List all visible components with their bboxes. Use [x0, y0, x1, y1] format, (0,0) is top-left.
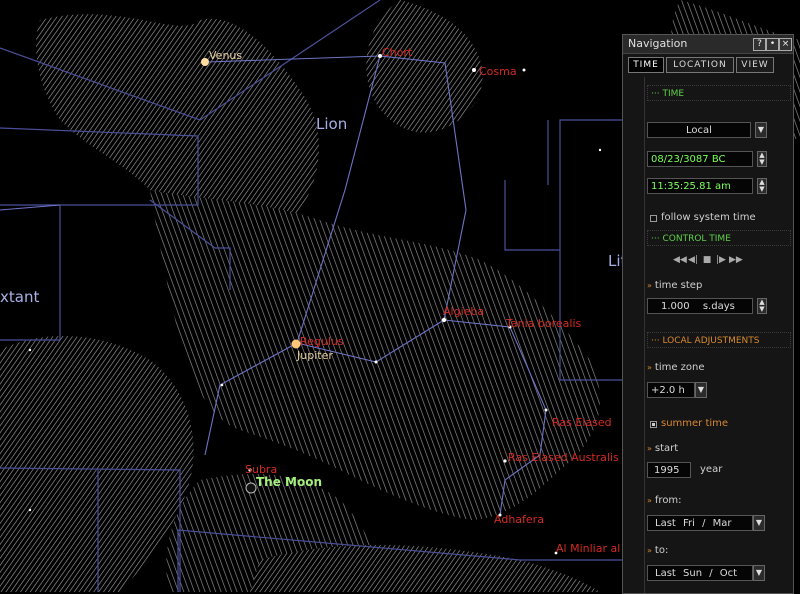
star-label-chort: Chort [382, 46, 413, 59]
planet-label-jupiter: Jupiter [297, 349, 333, 362]
star-label-tania-borealis: Tania borealis [506, 317, 582, 330]
close-button[interactable]: × [779, 38, 792, 51]
star-label-ras-elased: Ras Elased [552, 416, 612, 429]
time-step-unit: s.days [702, 301, 735, 312]
to-label: » to: [647, 545, 668, 556]
chevron-icon: » [647, 363, 652, 372]
step-back-icon[interactable]: ◀| [687, 254, 699, 266]
constellation-label-lion: Lion [316, 115, 348, 133]
tab-location[interactable]: LOCATION [666, 57, 734, 73]
summer-time-checkbox[interactable] [650, 421, 657, 428]
from-label-text: from: [654, 495, 682, 506]
time-zone-label: » time zone [647, 362, 705, 373]
planet-label-venus: Venus [209, 49, 243, 62]
section-local-adjustments-label: LOCAL ADJUSTMENTS [662, 336, 760, 346]
to-dropdown-arrow[interactable]: ▼ [753, 565, 765, 581]
section-control-time: ··· CONTROL TIME [647, 230, 791, 246]
follow-system-time-label: follow system time [661, 212, 756, 223]
time-zone-dropdown-arrow[interactable]: ▼ [695, 382, 707, 398]
pin-button[interactable]: • [766, 38, 779, 51]
tab-view[interactable]: VIEW [736, 57, 774, 73]
tab-time[interactable]: TIME [628, 57, 664, 73]
date-field[interactable]: 08/23/3087 BC [647, 151, 753, 167]
section-time: ··· TIME [647, 85, 791, 101]
constellation-label-sextant: xtant [0, 288, 40, 306]
time-spinner[interactable]: ▲ ▼ [757, 178, 767, 194]
moon-label: The Moon [256, 475, 323, 489]
star-label-algieba: Algieba [443, 305, 485, 318]
section-control-time-label: CONTROL TIME [662, 234, 731, 244]
section-icon: ··· [651, 234, 660, 244]
section-icon: ··· [651, 89, 660, 99]
star-label-adhafera: Adhafera [494, 513, 544, 526]
chevron-icon: » [647, 496, 652, 505]
fast-forward-icon[interactable]: ▶▶ [729, 254, 743, 266]
chevron-icon: » [647, 281, 652, 290]
section-local-adjustments: ··· LOCAL ADJUSTMENTS [647, 332, 791, 348]
time-step-field[interactable]: 1.000 s.days [647, 298, 753, 314]
step-forward-icon[interactable]: |▶ [715, 254, 727, 266]
help-button[interactable]: ? [753, 38, 766, 51]
to-label-text: to: [654, 545, 669, 556]
time-zone-mode-dropdown-arrow[interactable]: ▼ [755, 122, 767, 138]
time-step-label: » time step [647, 280, 702, 291]
time-field[interactable]: 11:35:25.81 am [647, 178, 753, 194]
section-icon: ··· [651, 336, 660, 346]
summer-time-label: summer time [661, 418, 729, 429]
to-select[interactable]: Last Sun / Oct [647, 565, 753, 581]
venus-marker [201, 58, 209, 66]
time-zone-field[interactable]: +2.0 h [647, 382, 695, 398]
time-step-spinner[interactable]: ▲ ▼ [757, 298, 767, 314]
time-tab-content: ··· TIME Local ▼ 08/23/3087 BC ▲ ▼ 11:35:… [644, 77, 792, 593]
star-label-ras-elased-australis: Ras Elased Australis [508, 451, 619, 464]
year-label: year [700, 464, 723, 475]
star-label-regulus: Regulus [300, 335, 344, 348]
star-label-cosma: Cosma [479, 65, 517, 78]
start-label: » start [647, 443, 678, 454]
time-zone-mode-value: Local [686, 125, 712, 136]
from-select[interactable]: Last Fri / Mar [647, 515, 753, 531]
navigation-panel: Navigation ? • × TIME LOCATION VIEW ··· … [622, 34, 794, 594]
star-label-al-minliar: Al Minliar al Asad [556, 542, 622, 555]
date-spinner[interactable]: ▲ ▼ [757, 151, 767, 167]
stop-icon[interactable]: ■ [701, 254, 713, 266]
section-time-label: TIME [662, 89, 685, 99]
chevron-icon: » [647, 546, 652, 555]
start-year-field[interactable]: 1995 [647, 462, 691, 478]
chevron-icon: » [647, 444, 652, 453]
moon-marker [245, 482, 257, 494]
follow-system-time-checkbox[interactable] [650, 215, 657, 222]
time-step-value: 1.000 [661, 301, 690, 312]
time-step-label-text: time step [654, 280, 703, 291]
start-label-text: start [654, 443, 679, 454]
rewind-icon[interactable]: ◀◀ [673, 254, 687, 266]
time-zone-mode-select[interactable]: Local [647, 122, 751, 138]
from-dropdown-arrow[interactable]: ▼ [753, 515, 765, 531]
time-zone-label-text: time zone [654, 362, 705, 373]
from-label: » from: [647, 495, 682, 506]
